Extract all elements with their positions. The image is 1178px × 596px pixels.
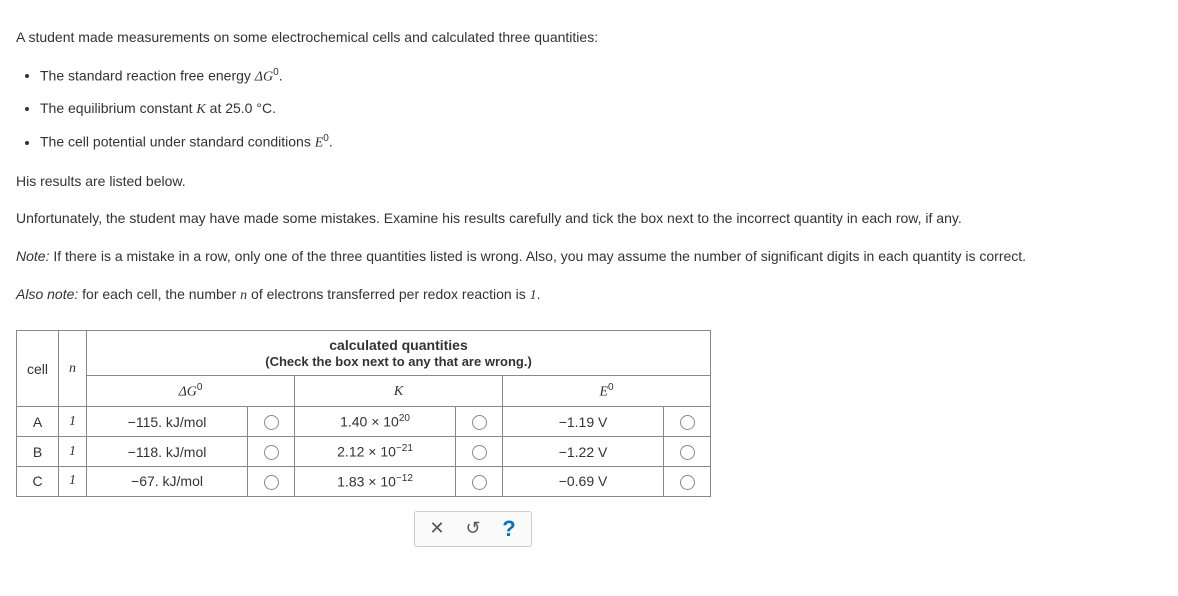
- symbol-e: E: [599, 384, 608, 399]
- radio-dg[interactable]: [264, 415, 279, 430]
- col-header-dg: ΔG0: [87, 375, 295, 407]
- sup: 0: [197, 382, 203, 393]
- footer-toolbar: ✕ ↺ ?: [414, 511, 532, 547]
- radio-k[interactable]: [472, 475, 487, 490]
- k-exp: −21: [396, 443, 413, 454]
- cell-n: 1: [59, 437, 87, 467]
- text: .: [329, 134, 333, 150]
- list-item: The cell potential under standard condit…: [40, 130, 1162, 155]
- table-row: A 1 −115. kJ/mol 1.40 × 1020 −1.19 V: [17, 407, 711, 437]
- list-item: The standard reaction free energy ΔG0.: [40, 64, 1162, 89]
- cell-dg-value: −67. kJ/mol: [87, 466, 248, 496]
- note-body: If there is a mistake in a row, only one…: [49, 248, 1026, 264]
- cell-k-value: 2.12 × 10−21: [295, 437, 456, 467]
- k-exp: −12: [396, 473, 413, 484]
- symbol-e: E: [315, 136, 324, 151]
- table-row: C 1 −67. kJ/mol 1.83 × 10−12 −0.69 V: [17, 466, 711, 496]
- col-header-cell: cell: [17, 330, 59, 407]
- col-header-calculated: calculated quantities (Check the box nex…: [87, 330, 711, 375]
- note-label: Note:: [16, 248, 49, 264]
- radio-dg[interactable]: [264, 475, 279, 490]
- text: .: [279, 67, 283, 83]
- cell-n: 1: [59, 466, 87, 496]
- quantity-list: The standard reaction free energy ΔG0. T…: [40, 64, 1162, 156]
- close-icon: ✕: [429, 518, 444, 539]
- help-button[interactable]: ?: [491, 515, 527, 543]
- sup: 0: [608, 382, 614, 393]
- results-table: cell n calculated quantities (Check the …: [16, 330, 711, 497]
- symbol-dg: ΔG: [179, 384, 197, 399]
- radio-e[interactable]: [680, 475, 695, 490]
- cell-id: A: [17, 407, 59, 437]
- cell-e-value: −1.19 V: [503, 407, 664, 437]
- symbol-k: K: [394, 384, 403, 399]
- cell-id: C: [17, 466, 59, 496]
- k-base: 1.83 × 10: [337, 474, 396, 490]
- radio-k[interactable]: [472, 445, 487, 460]
- text: .: [537, 286, 541, 302]
- paragraph: His results are listed below.: [16, 170, 1162, 194]
- list-item: The equilibrium constant K at 25.0 °C.: [40, 97, 1162, 122]
- radio-e[interactable]: [680, 445, 695, 460]
- note-paragraph: Note: If there is a mistake in a row, on…: [16, 245, 1162, 269]
- cell-e-value: −0.69 V: [503, 466, 664, 496]
- text: The cell potential under standard condit…: [40, 134, 315, 150]
- radio-e[interactable]: [680, 415, 695, 430]
- text: at 25.0 °C.: [206, 100, 276, 116]
- cell-k-value: 1.40 × 1020: [295, 407, 456, 437]
- text: The equilibrium constant: [40, 100, 196, 116]
- text: of electrons transferred per redox react…: [247, 286, 529, 302]
- radio-k[interactable]: [472, 415, 487, 430]
- reset-button[interactable]: ↺: [455, 515, 491, 543]
- header-subtitle: (Check the box next to any that are wron…: [265, 354, 532, 369]
- k-base: 2.12 × 10: [337, 444, 396, 460]
- cell-e-value: −1.22 V: [503, 437, 664, 467]
- col-header-n: n: [59, 330, 87, 407]
- also-note-paragraph: Also note: for each cell, the number n o…: [16, 283, 1162, 308]
- help-icon: ?: [502, 516, 515, 542]
- close-button[interactable]: ✕: [419, 515, 455, 543]
- cell-id: B: [17, 437, 59, 467]
- cell-k-value: 1.83 × 10−12: [295, 466, 456, 496]
- header-title: calculated quantities: [329, 337, 467, 353]
- cell-n: 1: [59, 407, 87, 437]
- paragraph: Unfortunately, the student may have made…: [16, 207, 1162, 231]
- cell-dg-value: −118. kJ/mol: [87, 437, 248, 467]
- symbol-k: K: [196, 102, 205, 117]
- value-one: 1: [530, 288, 537, 303]
- text: for each cell, the number: [78, 286, 240, 302]
- symbol-dg: ΔG: [255, 69, 273, 84]
- k-base: 1.40 × 10: [340, 414, 399, 430]
- k-exp: 20: [399, 413, 410, 424]
- also-note-label: Also note:: [16, 286, 78, 302]
- intro-text: A student made measurements on some elec…: [16, 26, 1162, 50]
- radio-dg[interactable]: [264, 445, 279, 460]
- table-row: B 1 −118. kJ/mol 2.12 × 10−21 −1.22 V: [17, 437, 711, 467]
- col-header-k: K: [295, 375, 503, 407]
- cell-dg-value: −115. kJ/mol: [87, 407, 248, 437]
- reset-icon: ↺: [465, 518, 480, 539]
- col-header-e: E0: [503, 375, 711, 407]
- text: The standard reaction free energy: [40, 67, 255, 83]
